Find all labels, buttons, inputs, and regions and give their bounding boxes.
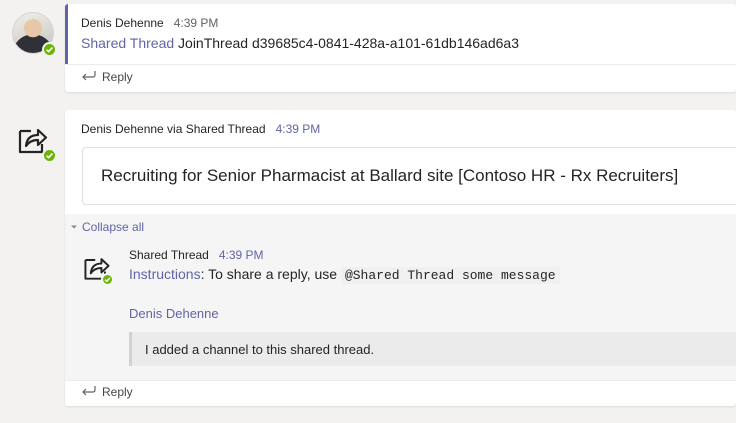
inner-text: : To share a reply, use — [200, 266, 341, 282]
message-timestamp: 4:39 PM — [173, 16, 219, 30]
chevron-down-icon — [70, 220, 78, 234]
collapse-all-button[interactable]: Collapse all — [70, 220, 144, 234]
presence-available-icon — [42, 42, 57, 57]
inner-post: Shared Thread 4:39 PM Instructions: To s… — [65, 238, 736, 298]
nested-author-link[interactable]: Denis Dehenne — [129, 306, 219, 321]
divider — [65, 64, 736, 65]
message-card: Denis Dehenne 4:39 PM Shared Thread Join… — [65, 4, 736, 92]
collapse-row: Collapse all — [65, 214, 736, 238]
inner-code: @Shared Thread some message — [340, 267, 560, 284]
inner-author[interactable]: Shared Thread — [129, 248, 209, 262]
message-text: JoinThread d39685c4-0841-428a-a101-61db1… — [178, 35, 519, 51]
message-body: Shared Thread JoinThread d39685c4-0841-4… — [81, 35, 519, 51]
presence-available-icon — [42, 148, 57, 163]
reply-label: Reply — [102, 385, 133, 399]
thread-author[interactable]: Denis Dehenne via Shared Thread — [81, 122, 266, 136]
inner-timestamp: 4:39 PM — [218, 248, 264, 262]
thread-timestamp: 4:39 PM — [275, 122, 321, 136]
shared-thread-link[interactable]: Shared Thread — [81, 35, 174, 51]
divider — [65, 380, 736, 381]
quoted-text: I added a channel to this shared thread. — [145, 342, 375, 357]
message-author[interactable]: Denis Dehenne — [81, 16, 164, 30]
reply-label: Reply — [102, 70, 133, 84]
quoted-message: I added a channel to this shared thread. — [129, 332, 736, 366]
reply-button[interactable]: Reply — [81, 385, 133, 399]
presence-available-icon — [101, 273, 114, 286]
collapse-all-label: Collapse all — [82, 220, 145, 234]
thread-title: Recruiting for Senior Pharmacist at Ball… — [101, 166, 679, 185]
thread-title-box: Recruiting for Senior Pharmacist at Ball… — [82, 147, 736, 205]
reply-arrow-icon — [81, 385, 96, 399]
inner-message: Instructions: To share a reply, use @Sha… — [129, 266, 560, 284]
message-accent-bar — [65, 4, 68, 65]
reply-arrow-icon — [81, 70, 96, 84]
thread-card: Denis Dehenne via Shared Thread 4:39 PM … — [65, 110, 736, 406]
reply-button[interactable]: Reply — [81, 70, 133, 84]
instructions-link[interactable]: Instructions — [129, 266, 201, 282]
